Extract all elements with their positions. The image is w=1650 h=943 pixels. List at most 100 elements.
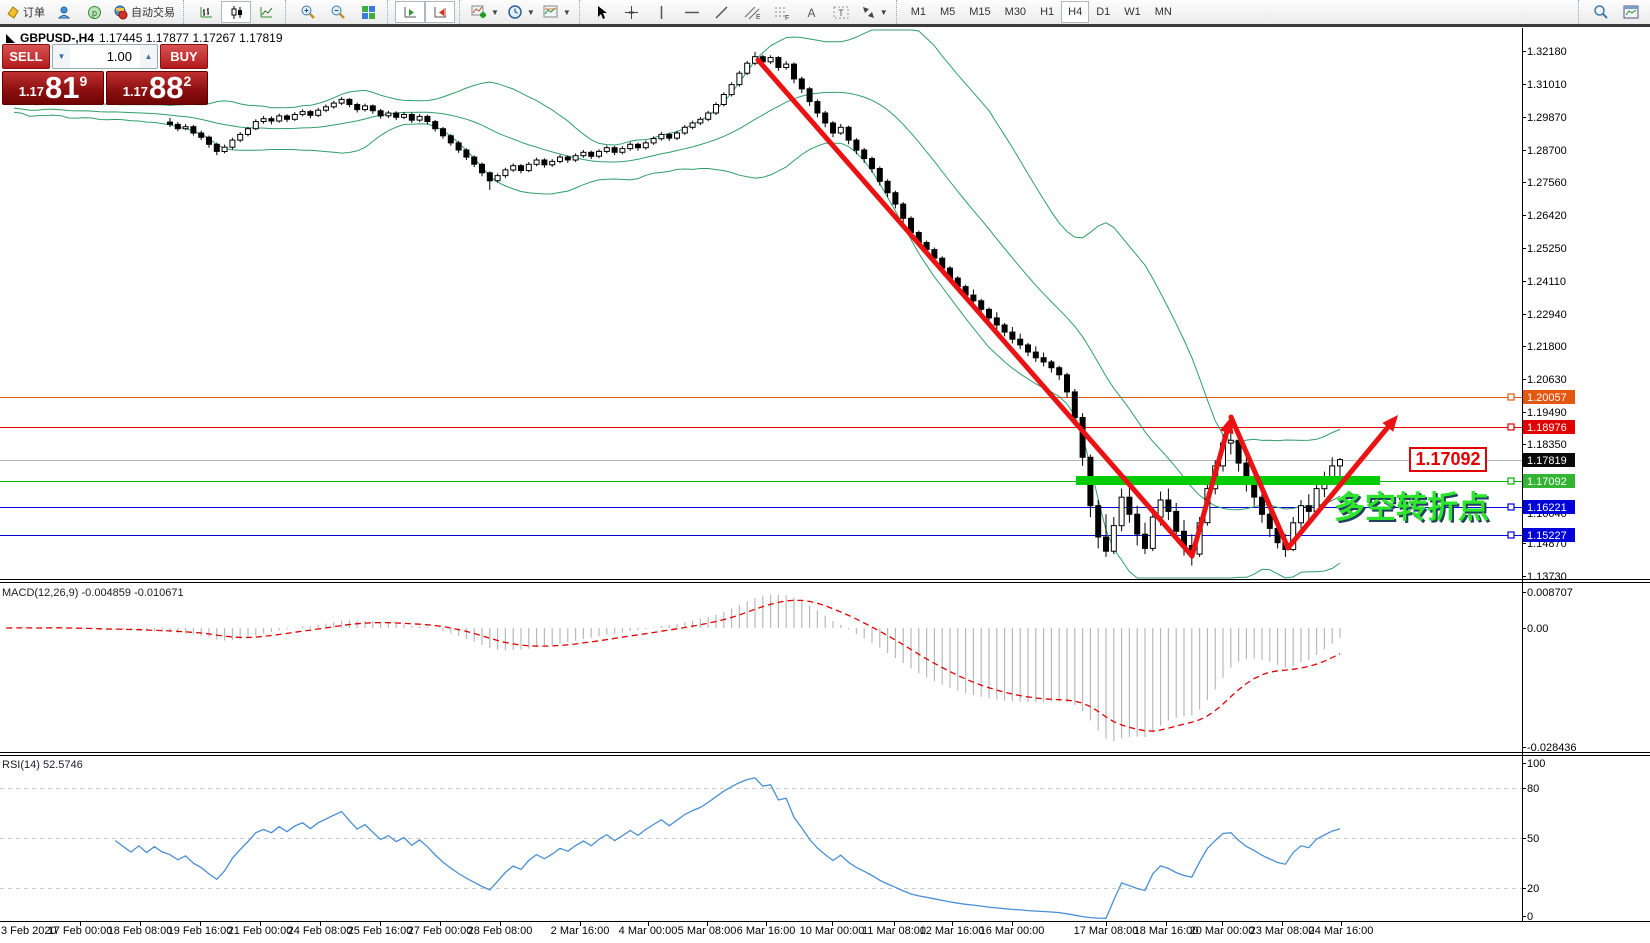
svg-text:F: F: [785, 15, 789, 20]
volume-up-button[interactable]: ▲: [140, 45, 157, 68]
candles-layer: [168, 52, 1343, 566]
svg-text:1.32180: 1.32180: [1527, 46, 1567, 58]
toolbar: 订单 p 自动交易: [0, 0, 1650, 27]
new-order-icon: [6, 5, 20, 19]
buy-price-quote[interactable]: 1.17 88 2: [106, 71, 208, 105]
timeframe-button-m15[interactable]: M15: [962, 1, 997, 23]
search-button[interactable]: [1586, 1, 1616, 23]
fibonacci-button[interactable]: F: [767, 1, 797, 23]
macd-histogram: [6, 595, 1340, 742]
toolbar-group-timeframes: M1M5M15M30H1H4D1W1MN: [896, 0, 1183, 24]
autotrading-button[interactable]: 自动交易: [109, 1, 179, 23]
chart-title: GBPUSD-,H4 1.17445 1.17877 1.17267 1.178…: [6, 31, 283, 45]
templates-button[interactable]: ▼: [539, 1, 575, 23]
toolbar-group-chart-type: [183, 0, 285, 24]
price-axis: 1.321801.310101.298701.287001.275601.264…: [1522, 46, 1575, 583]
volume-value[interactable]: 1.00: [70, 45, 140, 68]
timeframe-button-h4[interactable]: H4: [1061, 1, 1089, 23]
chart-corner-icon: [6, 34, 15, 43]
signals-button[interactable]: p: [79, 1, 109, 23]
volume-down-button[interactable]: ▼: [53, 45, 70, 68]
svg-text:18 Feb 08:00: 18 Feb 08:00: [108, 925, 173, 937]
svg-text:24 Mar 16:00: 24 Mar 16:00: [1309, 925, 1374, 937]
vertical-line-button[interactable]: [647, 1, 677, 23]
chart-canvas[interactable]: 1.321801.310101.298701.287001.275601.264…: [0, 0, 1650, 943]
price-callout-box[interactable]: 1.17092: [1409, 447, 1487, 472]
svg-text:24 Feb 08:00: 24 Feb 08:00: [288, 925, 353, 937]
new-order-button[interactable]: 订单: [2, 1, 49, 23]
timeframe-button-mn[interactable]: MN: [1148, 1, 1179, 23]
tile-windows-button[interactable]: [353, 1, 383, 23]
toolbar-group-standard: 订单 p 自动交易: [0, 0, 183, 24]
svg-text:6 Mar 16:00: 6 Mar 16:00: [737, 925, 796, 937]
text-button[interactable]: A: [797, 1, 827, 23]
ohlc-values: 1.17445 1.17877 1.17267 1.17819: [99, 31, 283, 45]
svg-text:80: 80: [1527, 783, 1539, 795]
bar-chart-icon: [199, 5, 214, 20]
text-label-icon: T: [833, 5, 850, 20]
pane-frame: [0, 28, 1650, 922]
timeframe-button-d1[interactable]: D1: [1089, 1, 1117, 23]
crosshair-button[interactable]: [617, 1, 647, 23]
sell-price-quote[interactable]: 1.17 81 9: [2, 71, 104, 105]
zoom-in-button[interactable]: [293, 1, 323, 23]
text-label-button[interactable]: T: [827, 1, 857, 23]
chart-shift-button[interactable]: [425, 1, 455, 23]
svg-text:1.22940: 1.22940: [1527, 309, 1567, 321]
timeframe-button-m1[interactable]: M1: [904, 1, 933, 23]
dropdown-caret: ▼: [527, 8, 535, 17]
timeframe-button-m30[interactable]: M30: [998, 1, 1033, 23]
new-order-label: 订单: [23, 4, 45, 20]
svg-text:100: 100: [1527, 758, 1545, 770]
zoom-out-icon: [330, 4, 346, 20]
chart-shift-icon: [433, 5, 448, 20]
rsi-value: 52.5746: [43, 759, 83, 771]
auto-scroll-button[interactable]: [395, 1, 425, 23]
line-chart-button[interactable]: [251, 1, 281, 23]
autotrading-label: 自动交易: [131, 4, 175, 20]
horizontal-line-button[interactable]: [677, 1, 707, 23]
community-button[interactable]: [49, 1, 79, 23]
svg-text:17 Feb 00:00: 17 Feb 00:00: [48, 925, 113, 937]
channel-button[interactable]: E: [737, 1, 767, 23]
horizontal-line-objects[interactable]: [0, 394, 1522, 538]
dropdown-caret: ▼: [491, 8, 499, 17]
signal-icon: p: [87, 5, 102, 20]
periods-button[interactable]: ▼: [503, 1, 539, 23]
chart-window-button[interactable]: [1616, 1, 1646, 23]
sell-button[interactable]: SELL: [2, 44, 50, 69]
indicators-button[interactable]: ▼: [467, 1, 503, 23]
crosshair-icon: [624, 5, 639, 20]
candlestick-chart-button[interactable]: [221, 1, 251, 23]
tile-windows-icon: [361, 5, 376, 20]
buy-button[interactable]: BUY: [160, 44, 208, 69]
mt4-window: 订单 p 自动交易: [0, 0, 1650, 943]
svg-text:1.28700: 1.28700: [1527, 145, 1567, 157]
svg-text:1.15227: 1.15227: [1527, 530, 1567, 542]
cursor-button[interactable]: [587, 1, 617, 23]
timeframe-button-m5[interactable]: M5: [933, 1, 962, 23]
svg-text:1.16221: 1.16221: [1527, 502, 1567, 514]
trendline-button[interactable]: [707, 1, 737, 23]
timeframe-button-w1[interactable]: W1: [1117, 1, 1148, 23]
chinese-annotation[interactable]: 多空转折点: [1334, 482, 1489, 527]
timeframe-button-h1[interactable]: H1: [1033, 1, 1061, 23]
svg-text:0.00: 0.00: [1527, 623, 1548, 635]
symbol-period-label: GBPUSD-,H4: [20, 31, 94, 45]
toolbar-group-zoom: [285, 0, 387, 24]
svg-text:0.008707: 0.008707: [1527, 587, 1573, 599]
svg-text:1.20057: 1.20057: [1527, 392, 1567, 404]
autotrading-icon: [113, 5, 128, 20]
svg-text:1.17092: 1.17092: [1527, 476, 1567, 488]
bar-chart-button[interactable]: [191, 1, 221, 23]
svg-text:4 Mar 00:00: 4 Mar 00:00: [619, 925, 678, 937]
svg-text:20 Mar 00:00: 20 Mar 00:00: [1190, 925, 1255, 937]
zoom-in-icon: [300, 4, 316, 20]
buy-price-pip: 2: [184, 73, 192, 89]
buy-price-prefix: 1.17: [123, 84, 148, 99]
svg-text:1.26420: 1.26420: [1527, 210, 1567, 222]
macd-name: MACD(12,26,9): [2, 587, 78, 599]
toolbar-group-right: [1578, 0, 1650, 24]
zoom-out-button[interactable]: [323, 1, 353, 23]
arrows-button[interactable]: ▼: [857, 1, 892, 23]
